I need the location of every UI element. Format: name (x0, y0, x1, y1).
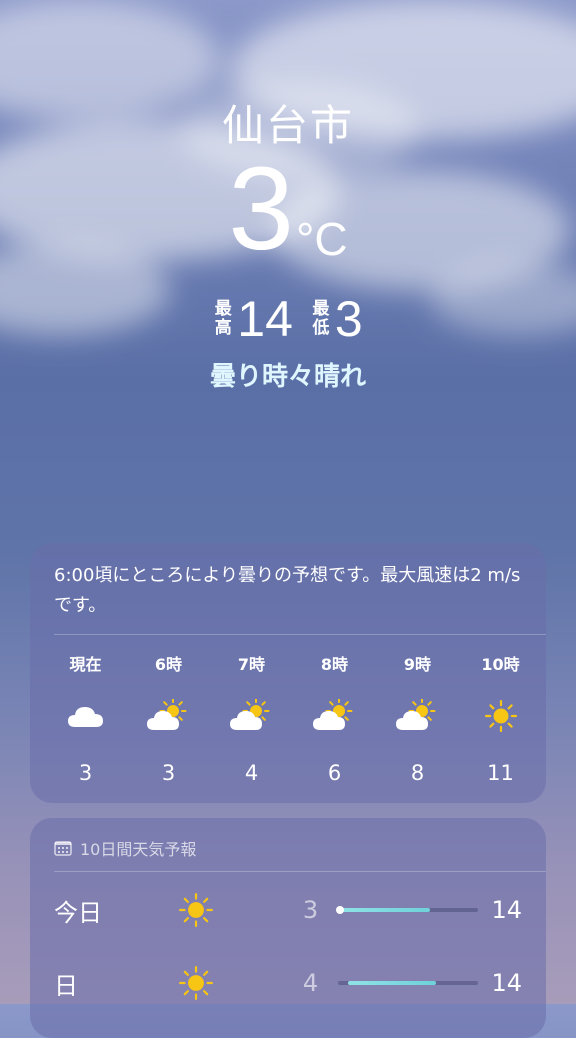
hour-item: 現在 3 (44, 651, 127, 785)
partly-sunny-icon (376, 687, 459, 745)
hour-temp: 3 (161, 761, 176, 785)
hour-item: 8時 6 (293, 651, 376, 785)
hour-item: 10時 11 (459, 651, 542, 785)
temperature-value: 3 (228, 143, 294, 275)
calendar-icon (54, 841, 72, 856)
hour-label: 7時 (237, 655, 266, 674)
hour-item: 6時 3 (127, 651, 210, 785)
hour-temp: 8 (410, 761, 425, 785)
day-low: 3 (302, 896, 319, 924)
hour-label: 10時 (481, 655, 520, 674)
condition-text: 曇り時々晴れ (209, 362, 366, 392)
divider (54, 634, 546, 635)
current-temperature: 3°C (0, 150, 576, 268)
hour-item: 9時 8 (376, 651, 459, 785)
low-value: 3 (334, 291, 363, 347)
day-name: 日 (54, 971, 78, 1000)
daily-row[interactable]: 今日 3 14 (54, 885, 522, 935)
high-low: 最高 14 最低 3 (0, 294, 576, 344)
day-high: 14 (491, 969, 522, 997)
sun-icon (169, 965, 223, 1001)
partly-sunny-icon (293, 687, 376, 745)
temp-range-fill (347, 981, 437, 985)
daily-header: 10日間天気予報 (54, 836, 196, 860)
hour-temp: 3 (78, 761, 93, 785)
cloud-icon (44, 687, 127, 745)
daily-row[interactable]: 日 4 14 (54, 958, 522, 1008)
sun-icon (459, 687, 542, 745)
current-temp-dot (336, 906, 345, 914)
hour-temp: 6 (327, 761, 342, 785)
hourly-forecast-card[interactable]: 6:00頃にところにより曇りの予想です。最大風速は2 m/sです。 現在 3 6時… (30, 543, 546, 803)
hourly-list[interactable]: 現在 3 6時 3 7時 4 8時 6 9時 8 10時 11 (30, 651, 560, 785)
hour-label: 6時 (154, 655, 183, 674)
partly-sunny-icon (210, 687, 293, 745)
hourly-summary: 6:00頃にところにより曇りの予想です。最大風速は2 m/sです。 (54, 565, 521, 616)
low-temp: 最低 3 (311, 291, 363, 347)
temp-range-bar (338, 981, 478, 985)
hour-label: 8時 (320, 655, 349, 674)
high-value: 14 (237, 291, 293, 347)
temp-range-fill (338, 908, 431, 912)
divider (54, 871, 546, 872)
day-name: 今日 (54, 898, 102, 927)
day-low: 4 (302, 969, 319, 997)
sun-icon (169, 892, 223, 928)
temperature-unit: °C (296, 213, 348, 265)
hour-label: 現在 (69, 655, 102, 674)
hour-item: 7時 4 (210, 651, 293, 785)
partly-sunny-icon (127, 687, 210, 745)
high-temp: 最高 14 (213, 294, 293, 344)
daily-forecast-card[interactable]: 10日間天気予報 今日 3 14 日 4 14 (30, 818, 546, 1038)
current-weather-header: 仙台市 3°C 最高 14 最低 3 曇り時々晴れ (0, 0, 576, 420)
day-high: 14 (491, 896, 522, 924)
daily-title: 10日間天気予報 (80, 840, 197, 859)
hour-label: 9時 (403, 655, 432, 674)
low-label: 最低 (312, 299, 330, 338)
hour-temp: 4 (244, 761, 259, 785)
hour-temp: 11 (487, 761, 514, 785)
high-label: 最高 (214, 299, 232, 338)
temp-range-bar (336, 906, 478, 914)
